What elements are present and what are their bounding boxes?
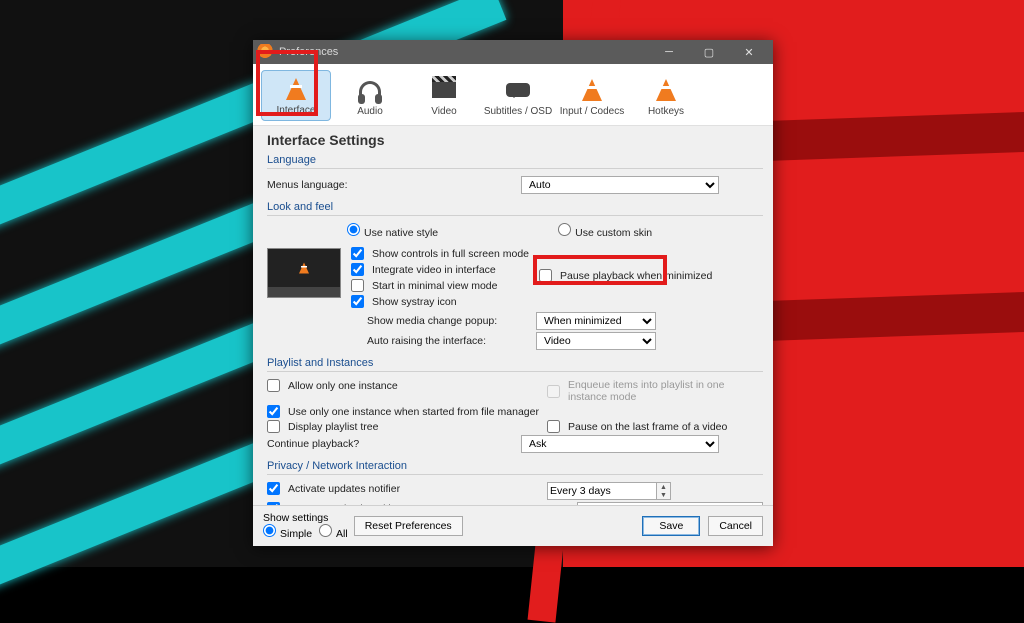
- tab-label: Subtitles / OSD: [484, 106, 552, 117]
- activate-updates-checkbox[interactable]: Activate updates notifier: [267, 481, 547, 496]
- show-settings-label: Show settings: [263, 512, 348, 524]
- settings-panel: Interface Settings Language Menus langua…: [253, 126, 773, 505]
- panel-heading: Interface Settings: [267, 132, 763, 148]
- save-button[interactable]: Save: [642, 516, 700, 536]
- tab-hotkeys[interactable]: Hotkeys: [631, 70, 701, 121]
- headphones-icon: [353, 76, 387, 104]
- media-change-select[interactable]: When minimized: [536, 312, 656, 330]
- tab-video[interactable]: Video: [409, 70, 479, 121]
- minimize-button[interactable]: ─: [649, 40, 689, 64]
- reset-preferences-button[interactable]: Reset Preferences: [354, 516, 463, 536]
- menus-language-select[interactable]: Auto: [521, 176, 719, 194]
- group-language: Language: [267, 154, 763, 166]
- continue-playback-label: Continue playback?: [267, 438, 517, 450]
- close-button[interactable]: ✕: [729, 40, 769, 64]
- bubble-icon: [501, 76, 535, 104]
- simple-radio[interactable]: Simple: [263, 528, 312, 540]
- category-tabs: Interface Audio Video Subtitles / OSD In…: [253, 64, 773, 126]
- cone-icon: [279, 75, 313, 103]
- all-radio[interactable]: All: [319, 528, 348, 540]
- tab-codecs[interactable]: Input / Codecs: [557, 70, 627, 121]
- tab-label: Input / Codecs: [560, 106, 624, 117]
- tab-label: Audio: [357, 106, 383, 117]
- skin-preview: [267, 248, 341, 298]
- update-interval-spinner[interactable]: ▲▼: [547, 482, 671, 500]
- preferences-window: Preferences ─ ▢ ✕ Interface Audio Video …: [253, 40, 773, 546]
- app-icon: [257, 44, 273, 60]
- tab-audio[interactable]: Audio: [335, 70, 405, 121]
- tab-label: Hotkeys: [648, 106, 684, 117]
- continue-playback-select[interactable]: Ask: [521, 435, 719, 453]
- footer: Show settings Simple All Reset Preferenc…: [253, 505, 773, 546]
- titlebar[interactable]: Preferences ─ ▢ ✕: [253, 40, 773, 64]
- cone-icon: [649, 76, 683, 104]
- native-style-radio[interactable]: Use native style: [347, 223, 438, 239]
- cone-icon: [575, 76, 609, 104]
- menus-language-label: Menus language:: [267, 179, 517, 191]
- group-privacy: Privacy / Network Interaction: [267, 460, 763, 472]
- pause-last-frame-checkbox[interactable]: Pause on the last frame of a video: [547, 419, 763, 434]
- allow-one-instance-checkbox[interactable]: Allow only one instance: [267, 378, 547, 393]
- group-playlist: Playlist and Instances: [267, 357, 763, 369]
- maximize-button[interactable]: ▢: [689, 40, 729, 64]
- window-title: Preferences: [279, 46, 649, 58]
- clapper-icon: [427, 76, 461, 104]
- enqueue-checkbox: Enqueue items into playlist in one insta…: [547, 378, 763, 404]
- tab-interface[interactable]: Interface: [261, 70, 331, 121]
- auto-raise-label: Auto raising the interface:: [367, 335, 532, 347]
- integrate-video-checkbox[interactable]: Integrate video in interface: [351, 262, 529, 277]
- cancel-button[interactable]: Cancel: [708, 516, 763, 536]
- media-change-label: Show media change popup:: [367, 315, 532, 327]
- pause-playback-checkbox[interactable]: Pause playback when minimized: [539, 268, 763, 283]
- use-one-fm-checkbox[interactable]: Use only one instance when started from …: [267, 404, 763, 419]
- show-systray-checkbox[interactable]: Show systray icon: [351, 294, 529, 309]
- start-minimal-checkbox[interactable]: Start in minimal view mode: [351, 278, 529, 293]
- custom-skin-radio[interactable]: Use custom skin: [558, 223, 652, 239]
- display-tree-checkbox[interactable]: Display playlist tree: [267, 419, 547, 434]
- show-controls-checkbox[interactable]: Show controls in full screen mode: [351, 246, 529, 261]
- tab-label: Interface: [277, 105, 316, 116]
- tab-label: Video: [431, 106, 456, 117]
- auto-raise-select[interactable]: Video: [536, 332, 656, 350]
- tab-subtitles[interactable]: Subtitles / OSD: [483, 70, 553, 121]
- group-look: Look and feel: [267, 201, 763, 213]
